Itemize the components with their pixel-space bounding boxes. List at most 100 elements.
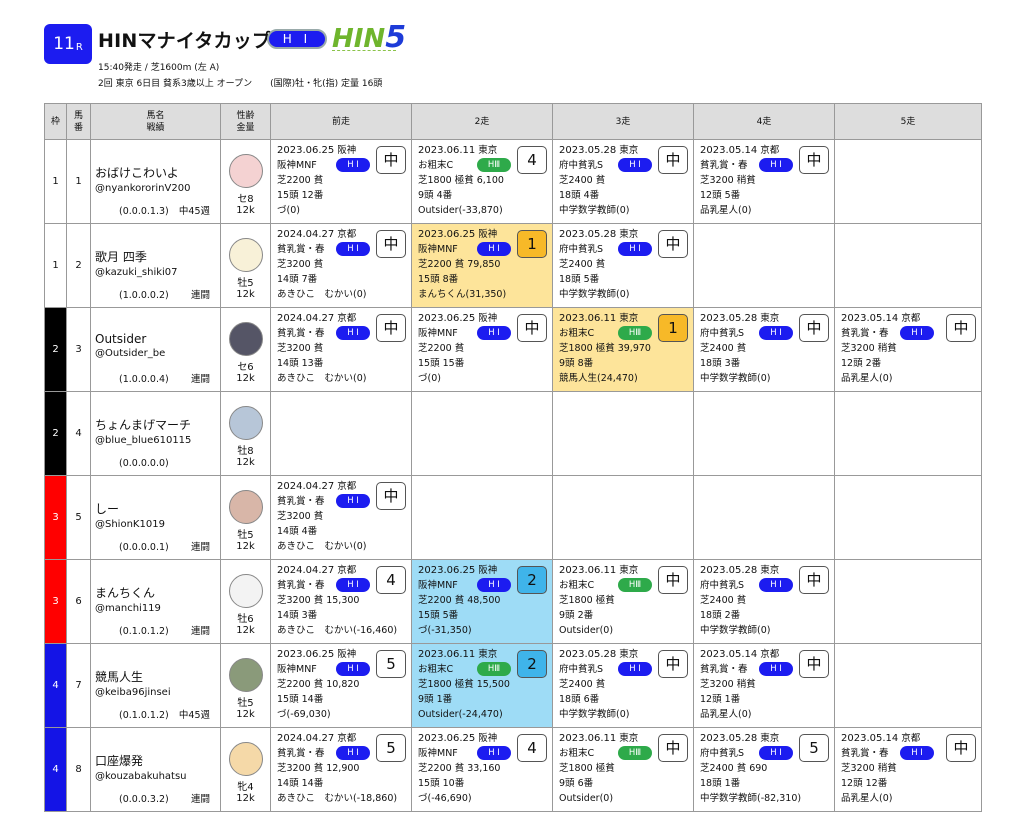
past-run[interactable]: 2023.05.28 東京 府中貧乳S 芝2400 貧 18頭 3番 中学数学教師(0)…: [694, 308, 834, 391]
past-run-cell[interactable]: 2023.05.28 東京 府中貧乳S 芝2400 貧 18頭 3番 中学数学教師(0)…: [693, 307, 835, 392]
past-run-cell[interactable]: 2023.05.14 京都 貧乳賞・春 芝3200 稍貧 12頭 2番 品乳星人(0) H…: [834, 307, 982, 392]
past-run[interactable]: 2024.04.27 京都 貧乳賞・春 芝3200 貧 12,900 14頭 14番あ…: [271, 728, 411, 811]
owner-handle[interactable]: @kouzabakuhatsu: [95, 771, 216, 782]
owner-handle[interactable]: @keiba96jinsei: [95, 687, 216, 698]
horse-cell[interactable]: しー @ShionK1019 (0.0.0.0.1) 連闘: [90, 475, 221, 560]
horse-cell[interactable]: まんちくん @manchi119 (0.1.0.1.2) 連闘: [90, 559, 221, 644]
past-run-cell[interactable]: 2023.05.14 京都 貧乳賞・春 芝3200 稍貧 12頭 5番 品乳星人(0) H…: [693, 139, 835, 224]
horse-avatar[interactable]: [228, 742, 263, 776]
horse-avatar[interactable]: [228, 574, 263, 608]
past-run[interactable]: 2023.05.28 東京 府中貧乳S 芝2400 貧 18頭 5番 中学数学教師(0)…: [553, 224, 693, 307]
past-run[interactable]: 2023.05.28 東京 府中貧乳S 芝2400 貧 18頭 2番 中学数学教師(0)…: [694, 560, 834, 643]
horse-number: 4: [66, 391, 91, 476]
past-run[interactable]: 2023.05.28 東京 府中貧乳S 芝2400 貧 18頭 6番 中学数学教師(0)…: [553, 644, 693, 727]
past-run-cell[interactable]: 2023.06.25 阪神 阪神MNF 芝2200 貧 15頭 15番 づ(0) H I中: [411, 307, 553, 392]
horse-cell[interactable]: 競馬人生 @keiba96jinsei (0.1.0.1.2) 中45週: [90, 643, 221, 728]
run-conditions: 芝3200 貧 12,900: [277, 763, 360, 774]
past-run-cell[interactable]: 2023.06.11 東京 お粗末C 芝1800 極貧 6,100 9頭 4番 Outs…: [411, 139, 553, 224]
horse-cell[interactable]: 口座爆発 @kouzabakuhatsu (0.0.0.3.2) 連闘: [90, 727, 221, 812]
past-run-cell[interactable]: 2023.05.28 東京 府中貧乳S 芝2400 貧 18頭 2番 中学数学教師(0)…: [693, 559, 835, 644]
past-run[interactable]: 2024.04.27 京都 貧乳賞・春 芝3200 貧 14頭 13番 あきひこ むかい…: [271, 308, 411, 391]
past-run[interactable]: 2024.04.27 京都 貧乳賞・春 芝3200 貧 15,300 14頭 3番 あき…: [271, 560, 411, 643]
past-run-cell[interactable]: 2023.06.25 阪神 阪神MNF 芝2200 貧 48,500 15頭 5番 づ(…: [411, 559, 553, 644]
horse-avatar[interactable]: [228, 238, 263, 272]
past-run-cell[interactable]: 2023.05.14 京都 貧乳賞・春 芝3200 稍貧 12頭 1番 品乳星人(0) H…: [693, 643, 835, 728]
past-run-cell[interactable]: 2024.04.27 京都 貧乳賞・春 芝3200 貧 14頭 13番 あきひこ むかい…: [270, 307, 412, 392]
owner-handle[interactable]: @blue_blue610115: [95, 435, 216, 446]
past-run-cell[interactable]: 2023.06.25 阪神 阪神MNF 芝2200 貧 79,850 15頭 8番 まん…: [411, 223, 553, 308]
run-jockey: あきひこ むかい(0): [277, 373, 367, 384]
owner-handle[interactable]: @ShionK1019: [95, 519, 216, 530]
horse-cell[interactable]: ちょんまげマーチ @blue_blue610115 (0.0.0.0.0): [90, 391, 221, 476]
past-run-cell[interactable]: 2023.06.25 阪神 阪神MNF 芝2200 貧 33,160 15頭 10番づ…: [411, 727, 553, 812]
past-run[interactable]: 2023.05.14 京都 貧乳賞・春 芝3200 稍貧 12頭 1番 品乳星人(0) H…: [694, 644, 834, 727]
past-run-cell[interactable]: 2024.04.27 京都 貧乳賞・春 芝3200 貧 15,300 14頭 3番 あき…: [270, 559, 412, 644]
past-run[interactable]: 2023.06.25 阪神 阪神MNF 芝2200 貧 10,820 15頭 14番づ…: [271, 644, 411, 727]
past-run[interactable]: 2023.06.11 東京 お粗末C 芝1800 極貧 6,100 9頭 4番 Outs…: [412, 140, 552, 223]
past-run[interactable]: 2023.06.25 阪神 阪神MNF 芝2200 貧 15頭 12番 づ(0) H I中: [271, 140, 411, 223]
horse-avatar[interactable]: [228, 154, 263, 188]
past-run-cell[interactable]: 2023.06.25 阪神 阪神MNF 芝2200 貧 15頭 12番 づ(0) H I中: [270, 139, 412, 224]
owner-handle[interactable]: @manchi119: [95, 603, 216, 614]
past-run[interactable]: 2023.05.14 京都 貧乳賞・春 芝3200 稍貧 12頭 12番 品乳星人(0)…: [835, 728, 981, 811]
past-run-cell[interactable]: 2023.06.11 東京 お粗末C 芝1800 極貧 39,970 9頭 8番 競馬人…: [552, 307, 694, 392]
horse-cell[interactable]: Outsider @Outsider_be (1.0.0.0.4) 連闘: [90, 307, 221, 392]
past-run[interactable]: 2023.06.25 阪神 阪神MNF 芝2200 貧 48,500 15頭 5番 づ(…: [412, 560, 552, 643]
horse-avatar[interactable]: [228, 658, 263, 692]
past-run-cell[interactable]: 2023.05.28 東京 府中貧乳S 芝2400 貧 18頭 4番 中学数学教師(0)…: [552, 139, 694, 224]
past-run[interactable]: 2023.06.25 阪神 阪神MNF 芝2200 貧 15頭 15番 づ(0) H I中: [412, 308, 552, 391]
past-run[interactable]: 2023.06.11 東京 お粗末C 芝1800 極貧 39,970 9頭 8番 競馬人…: [553, 308, 693, 391]
run-grade-badge: H I: [336, 662, 370, 676]
run-jockey: Outsider(-33,870): [418, 205, 503, 216]
past-run[interactable]: 2023.05.28 東京 府中貧乳S 芝2400 貧 18頭 4番 中学数学教師(0)…: [553, 140, 693, 223]
owner-handle[interactable]: @Outsider_be: [95, 348, 216, 359]
past-run[interactable]: 2023.06.25 阪神 阪神MNF 芝2200 貧 79,850 15頭 8番 まん…: [412, 224, 552, 307]
logo-underline: [332, 50, 396, 54]
past-run-cell[interactable]: 2024.04.27 京都 貧乳賞・春 芝3200 貧 14頭 4番 あきひこ むかい(…: [270, 475, 412, 560]
finish-position: 4: [517, 146, 547, 174]
past-run-cell[interactable]: 2023.05.28 東京 府中貧乳S 芝2400 貧 18頭 6番 中学数学教師(0)…: [552, 643, 694, 728]
horse-name[interactable]: おばけこわいよ: [95, 164, 216, 181]
past-run[interactable]: 2023.05.14 京都 貧乳賞・春 芝3200 稍貧 12頭 5番 品乳星人(0) H…: [694, 140, 834, 223]
horse-avatar[interactable]: [228, 490, 263, 524]
past-run[interactable]: 2023.05.28 東京 府中貧乳S 芝2400 貧 690 18頭 1番 中学数学教…: [694, 728, 834, 811]
run-field: 14頭 14番: [277, 778, 324, 789]
run-track: 京都: [760, 145, 780, 156]
horse-avatar[interactable]: [228, 322, 263, 356]
horse-name[interactable]: ちょんまげマーチ: [95, 416, 216, 433]
horse-avatar[interactable]: [228, 406, 263, 440]
run-grade-badge: H I: [759, 662, 793, 676]
past-run[interactable]: 2023.05.14 京都 貧乳賞・春 芝3200 稍貧 12頭 2番 品乳星人(0) H…: [835, 308, 981, 391]
horse-cell[interactable]: おばけこわいよ @nyankororinV200 (0.0.0.1.3) 中45週: [90, 139, 221, 224]
run-grade-badge: H I: [618, 242, 652, 256]
horse-cell[interactable]: 歌月 四季 @kazuki_shiki07 (1.0.0.0.2) 連闘: [90, 223, 221, 308]
past-run[interactable]: 2023.06.25 阪神 阪神MNF 芝2200 貧 33,160 15頭 10番づ…: [412, 728, 552, 811]
past-run[interactable]: 2023.06.11 東京 お粗末C 芝1800 極貧 9頭 2番 Outsider(0…: [553, 560, 693, 643]
run-track: 東京: [760, 733, 780, 744]
horse-name[interactable]: 歌月 四季: [95, 248, 216, 265]
past-run-cell[interactable]: 2023.06.25 阪神 阪神MNF 芝2200 貧 10,820 15頭 14番づ…: [270, 643, 412, 728]
horse-name[interactable]: まんちくん: [95, 584, 216, 601]
owner-handle[interactable]: @nyankororinV200: [95, 183, 216, 194]
horse-name[interactable]: しー: [95, 500, 216, 517]
horse-name[interactable]: Outsider: [95, 332, 216, 346]
past-run-cell[interactable]: 2023.05.14 京都 貧乳賞・春 芝3200 稍貧 12頭 12番 品乳星人(0)…: [834, 727, 982, 812]
past-run-cell[interactable]: 2023.06.11 東京 お粗末C 芝1800 極貧 15,500 9頭 1番 Out…: [411, 643, 553, 728]
horse-name[interactable]: 口座爆発: [95, 752, 216, 769]
past-run-cell[interactable]: 2023.05.28 東京 府中貧乳S 芝2400 貧 690 18頭 1番 中学数学教…: [693, 727, 835, 812]
past-run-cell[interactable]: 2024.04.27 京都 貧乳賞・春 芝3200 貧 12,900 14頭 14番あ…: [270, 727, 412, 812]
past-run[interactable]: 2024.04.27 京都 貧乳賞・春 芝3200 貧 14頭 7番 あきひこ むかい(…: [271, 224, 411, 307]
past-run[interactable]: 2023.06.11 東京 お粗末C 芝1800 極貧 9頭 6番 Outsider(0…: [553, 728, 693, 811]
owner-handle[interactable]: @kazuki_shiki07: [95, 267, 216, 278]
past-run-cell[interactable]: 2023.05.28 東京 府中貧乳S 芝2400 貧 18頭 5番 中学数学教師(0)…: [552, 223, 694, 308]
past-run-cell[interactable]: 2023.06.11 東京 お粗末C 芝1800 極貧 9頭 2番 Outsider(0…: [552, 559, 694, 644]
past-run[interactable]: 2024.04.27 京都 貧乳賞・春 芝3200 貧 14頭 4番 あきひこ むかい(…: [271, 476, 411, 559]
horse-name[interactable]: 競馬人生: [95, 668, 216, 685]
past-run[interactable]: 2023.06.11 東京 お粗末C 芝1800 極貧 15,500 9頭 1番 Out…: [412, 644, 552, 727]
past-run-cell[interactable]: 2024.04.27 京都 貧乳賞・春 芝3200 貧 14頭 7番 あきひこ むかい(…: [270, 223, 412, 308]
run-conditions: 芝3200 稍貧: [841, 343, 897, 354]
run-track: 東京: [760, 565, 780, 576]
past-run-cell[interactable]: 2023.06.11 東京 お粗末C 芝1800 極貧 9頭 6番 Outsider(0…: [552, 727, 694, 812]
past-run-cell: [552, 475, 694, 560]
run-grade-badge: H I: [336, 746, 370, 760]
